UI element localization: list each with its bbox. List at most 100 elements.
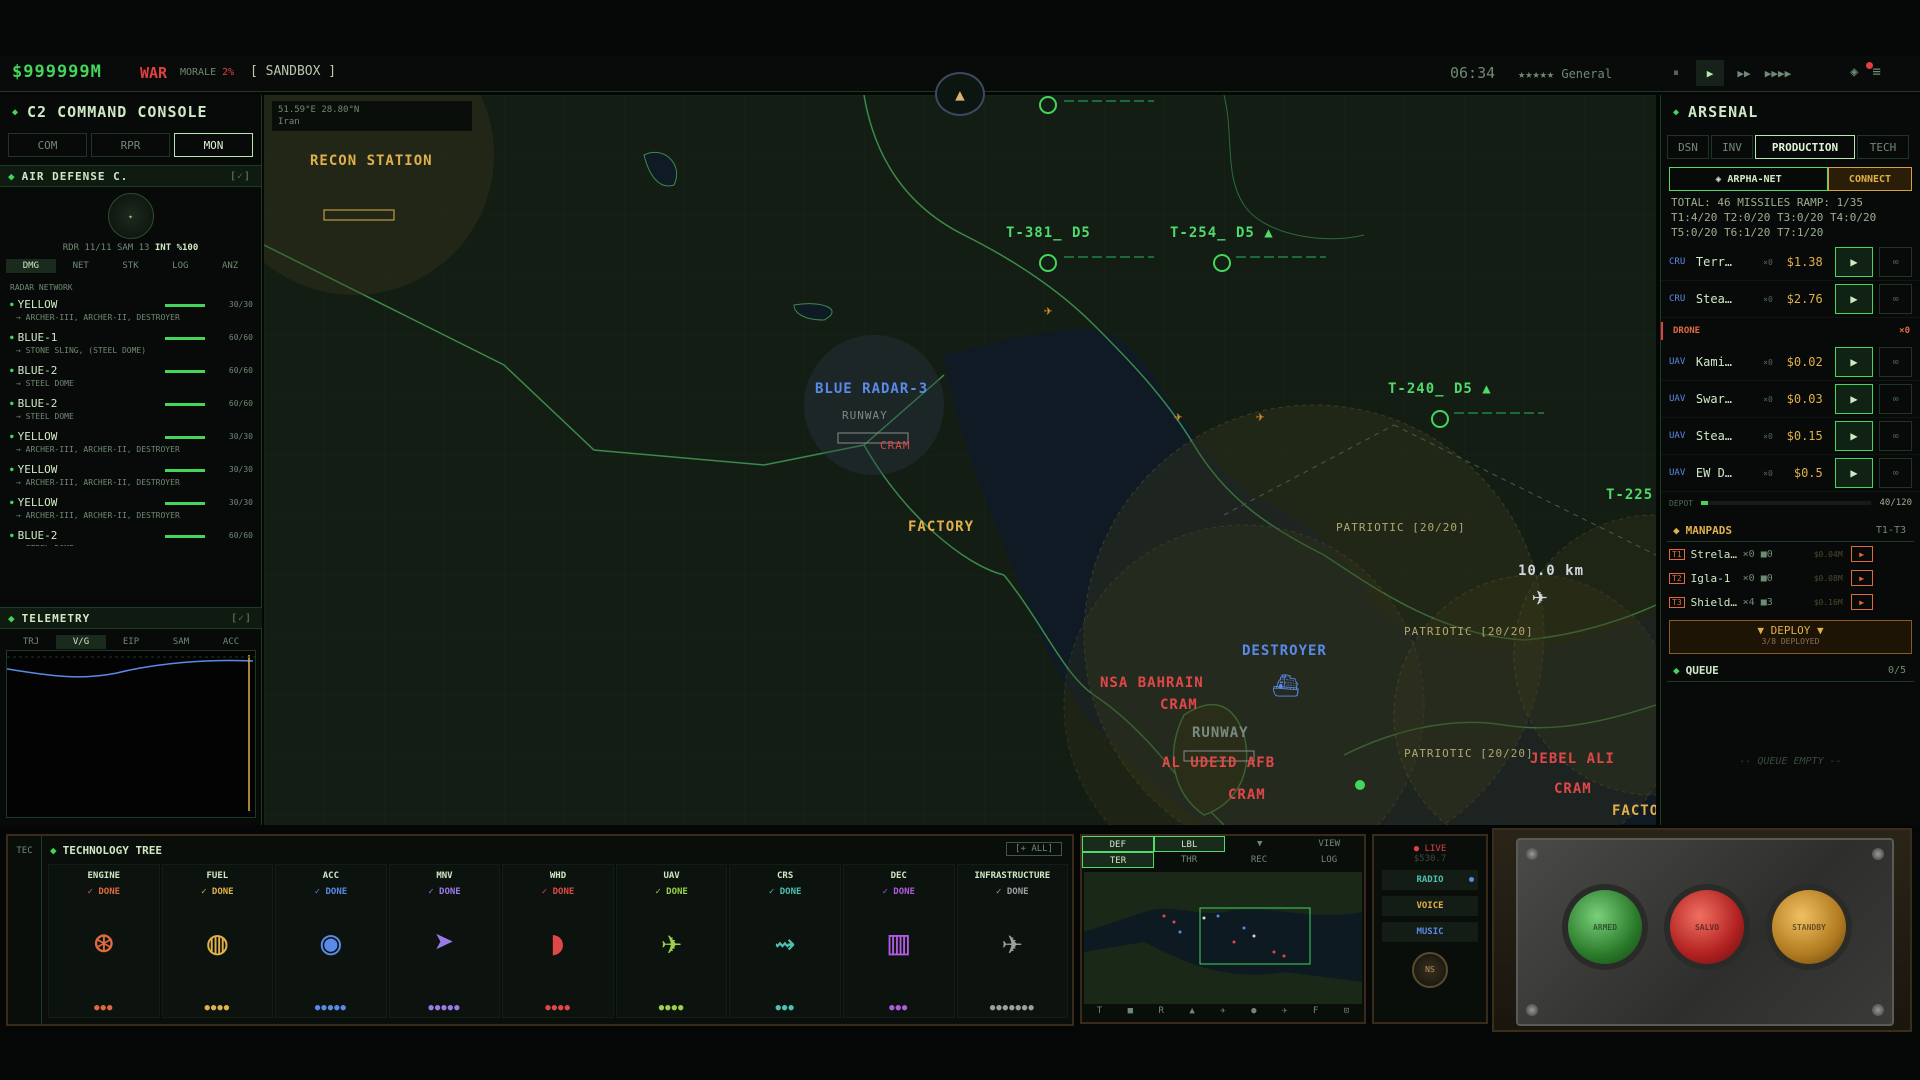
infinite-toggle[interactable]: ∞	[1879, 458, 1913, 488]
map-label-cram-3[interactable]: CRAM	[1228, 787, 1266, 803]
minimap-tab-thr[interactable]: THR	[1154, 852, 1224, 868]
fast-forward-button[interactable]: ▶▶	[1730, 60, 1758, 86]
deploy-button[interactable]: ▼ DEPLOY ▼ 3/8 DEPLOYED	[1669, 620, 1912, 654]
tab-dsn[interactable]: DSN	[1667, 135, 1709, 159]
tech-column[interactable]: INFRASTRUCTURE ✓ DONE ✈ ●●●●●●●	[956, 864, 1069, 1018]
map-label-t240[interactable]: T-240_ D5 ▲	[1388, 381, 1492, 397]
subtab-anz[interactable]: ANZ	[205, 259, 255, 273]
minimap-tab-lbl[interactable]: LBL	[1153, 836, 1225, 852]
armed-button[interactable]: ARMED	[1568, 890, 1642, 964]
tele-tab-eip[interactable]: EIP	[106, 635, 156, 649]
minimap-legend-item[interactable]: ■	[1128, 1006, 1133, 1020]
produce-button[interactable]: ▶	[1834, 421, 1874, 451]
radar-row[interactable]: BLUE-2 60/60 → STEEL DOME	[0, 527, 261, 546]
radar-row[interactable]: YELLOW 30/30 → ARCHER-III, ARCHER-II, DEST…	[0, 296, 261, 329]
map-label-patriotic-3[interactable]: PATRIOTIC [20/20]	[1404, 747, 1534, 760]
tech-column[interactable]: UAV ✓ DONE ✈ ●●●●	[615, 864, 728, 1018]
manpads-buy-button[interactable]: ▶	[1850, 570, 1873, 586]
telemetry-header[interactable]: ◆ TELEMETRY [✓]	[0, 607, 262, 629]
minimap-tab-ter[interactable]: TER	[1082, 852, 1154, 868]
tab-com[interactable]: COM	[8, 133, 87, 157]
subtab-stk[interactable]: STK	[106, 259, 156, 273]
radar-row[interactable]: YELLOW 30/30 → ARCHER-III, ARCHER-II, DEST…	[0, 494, 261, 527]
radar-row[interactable]: BLUE-2 60/60 → STEEL DOME	[0, 395, 261, 428]
map-label-al-udeid[interactable]: AL UDEID AFB	[1162, 755, 1275, 771]
minimap-legend-item[interactable]: ✈	[1282, 1006, 1287, 1020]
minimap-tab-view[interactable]: VIEW	[1295, 836, 1365, 852]
produce-button[interactable]: ▶	[1834, 284, 1874, 314]
map-label-jebel-ali[interactable]: JEBEL ALI	[1530, 751, 1615, 767]
salvo-button[interactable]: SALVO	[1670, 890, 1744, 964]
tele-tab-sam[interactable]: SAM	[156, 635, 206, 649]
map-label-nsa-bahrain[interactable]: NSA BAHRAIN	[1100, 675, 1204, 691]
map-label-t381[interactable]: T-381_ D5	[1006, 225, 1091, 241]
map-label-factory-2[interactable]: FACTO	[1612, 803, 1656, 819]
queue-header[interactable]: ◆ QUEUE 0/5	[1667, 660, 1914, 682]
volume-knob[interactable]: NS	[1412, 952, 1448, 988]
radar-row[interactable]: YELLOW 30/30 → ARCHER-III, ARCHER-II, DEST…	[0, 461, 261, 494]
minimap-legend-item[interactable]: F	[1313, 1006, 1318, 1020]
manpads-buy-button[interactable]: ▶	[1850, 594, 1873, 610]
minimap-tab-rec[interactable]: REC	[1224, 852, 1294, 868]
minimap-legend-item[interactable]: ▲	[1189, 1006, 1194, 1020]
compass-icon[interactable]: ▲	[935, 72, 985, 116]
infinite-toggle[interactable]: ∞	[1879, 347, 1913, 377]
infinite-toggle[interactable]: ∞	[1879, 421, 1913, 451]
map-label-runway-1[interactable]: RUNWAY	[842, 409, 888, 422]
tele-tab-trj[interactable]: TRJ	[6, 635, 56, 649]
map-label-blue-radar[interactable]: BLUE RADAR-3	[815, 381, 928, 397]
tab-tech[interactable]: TECH	[1857, 135, 1909, 159]
menu-icon[interactable]: ≡	[1872, 64, 1880, 80]
map-label-patriotic-1[interactable]: PATRIOTIC [20/20]	[1336, 521, 1466, 534]
minimap-legend-item[interactable]: ●	[1251, 1006, 1256, 1020]
tab-inv[interactable]: INV	[1711, 135, 1753, 159]
manpads-header[interactable]: ◆ MANPADS T1-T3	[1667, 520, 1914, 542]
minimap-legend-item[interactable]: T	[1097, 1006, 1102, 1020]
minimap-legend-item[interactable]: R	[1158, 1006, 1163, 1020]
radar-row[interactable]: YELLOW 30/30 → ARCHER-III, ARCHER-II, DEST…	[0, 428, 261, 461]
produce-button[interactable]: ▶	[1834, 247, 1874, 277]
play-button[interactable]: ▶	[1696, 60, 1724, 86]
infinite-toggle[interactable]: ∞	[1879, 384, 1913, 414]
minimap-legend-item[interactable]: ⊡	[1344, 1006, 1349, 1020]
air-defense-header[interactable]: ◆ AIR DEFENSE C. [✓]	[0, 165, 261, 187]
minimap-legend-item[interactable]: ✈	[1220, 1006, 1225, 1020]
tab-production[interactable]: PRODUCTION	[1755, 135, 1855, 159]
radar-row[interactable]: BLUE-2 60/60 → STEEL DOME	[0, 362, 261, 395]
subtab-net[interactable]: NET	[56, 259, 106, 273]
radio-button[interactable]: RADIO	[1382, 870, 1478, 890]
produce-button[interactable]: ▶	[1834, 347, 1874, 377]
map-label-t254[interactable]: T-254_ D5 ▲	[1170, 225, 1274, 241]
tech-column[interactable]: DEC ✓ DONE ▥ ●●●	[842, 864, 955, 1018]
map-label-destroyer[interactable]: DESTROYER	[1242, 643, 1327, 659]
infinite-toggle[interactable]: ∞	[1879, 247, 1913, 277]
music-button[interactable]: MUSIC	[1382, 922, 1478, 942]
infinite-toggle[interactable]: ∞	[1879, 284, 1913, 314]
map-label-factory-1[interactable]: FACTORY	[908, 519, 974, 535]
map-label-patriotic-2[interactable]: PATRIOTIC [20/20]	[1404, 625, 1534, 638]
pause-button[interactable]: ⏸	[1662, 60, 1690, 86]
subtab-dmg[interactable]: DMG	[6, 259, 56, 273]
tech-column[interactable]: WHD ✓ DONE ◗ ●●●●	[502, 864, 614, 1018]
minimap-tab-def[interactable]: DEF	[1082, 836, 1154, 852]
expand-all-button[interactable]: [+ ALL]	[1006, 842, 1062, 856]
map-label-cram-2[interactable]: CRAM	[1160, 697, 1198, 713]
produce-button[interactable]: ▶	[1834, 458, 1874, 488]
tech-column[interactable]: ENGINE ✓ DONE ⊛ ●●●	[48, 864, 160, 1018]
tech-column[interactable]: ACC ✓ DONE ◉ ●●●●●	[275, 864, 387, 1018]
map-label-cram-1[interactable]: CRAM	[880, 439, 911, 452]
tele-tab-vg[interactable]: V/G	[56, 635, 106, 649]
map-label-t225[interactable]: T-225	[1606, 487, 1653, 503]
tech-column[interactable]: MNV ✓ DONE ➤ ●●●●●	[388, 864, 501, 1018]
voice-button[interactable]: VOICE	[1382, 896, 1478, 916]
standby-button[interactable]: STANDBY	[1772, 890, 1846, 964]
tab-mon[interactable]: MON	[174, 133, 253, 157]
map-label-recon[interactable]: RECON STATION	[310, 153, 433, 169]
tech-column[interactable]: FUEL ✓ DONE ◍ ●●●●	[161, 864, 274, 1018]
manpads-buy-button[interactable]: ▶	[1850, 546, 1873, 562]
map-label-runway-2[interactable]: RUNWAY	[1192, 725, 1249, 741]
minimap-tab-log[interactable]: LOG	[1294, 852, 1364, 868]
tactical-map[interactable]: ✈ ✈ ✈ ✈ ⛴ 51.59°E 28.80°N Iran RECON STA…	[264, 95, 1656, 825]
produce-button[interactable]: ▶	[1834, 384, 1874, 414]
subtab-log[interactable]: LOG	[155, 259, 205, 273]
